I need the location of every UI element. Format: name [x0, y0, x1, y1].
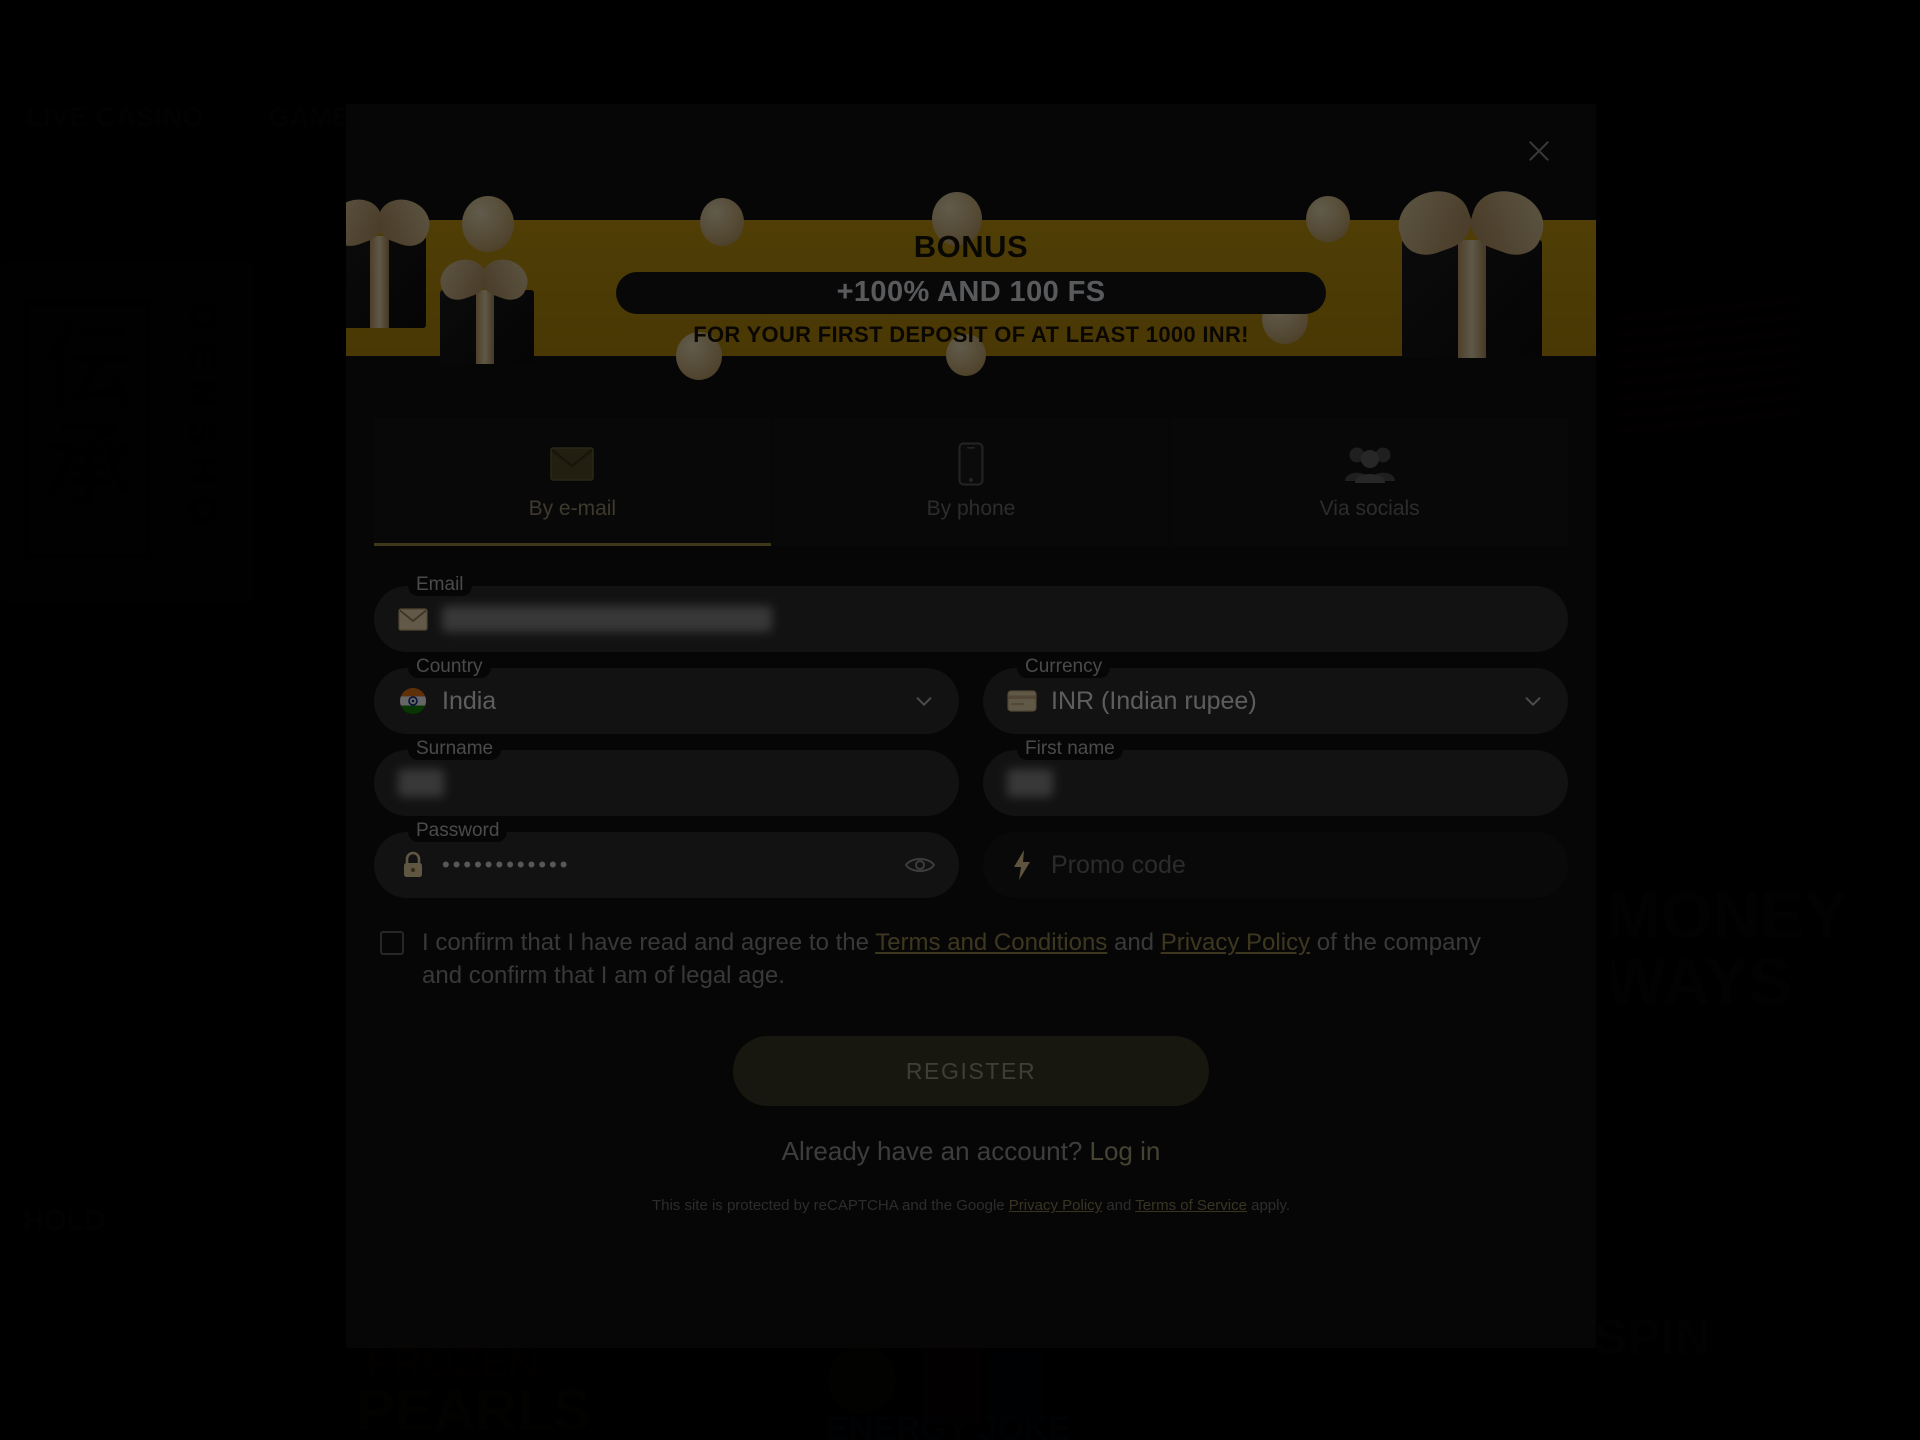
form-row-names: Surname First name: [374, 738, 1568, 816]
currency-value: INR (Indian rupee): [1051, 686, 1257, 715]
lightning-icon: [1007, 850, 1037, 880]
tab-by-phone[interactable]: By phone: [772, 418, 1170, 546]
tab-by-phone-label: By phone: [926, 496, 1016, 520]
register-button[interactable]: REGISTER: [733, 1036, 1209, 1107]
envelope-icon: [550, 441, 595, 487]
field-currency-label: Currency: [1017, 656, 1111, 678]
register-button-wrapper: REGISTER: [346, 1036, 1596, 1107]
country-value: India: [442, 686, 497, 715]
email-input[interactable]: [374, 586, 1568, 652]
field-email: Email: [374, 574, 1568, 652]
field-first-name-label: First name: [1017, 738, 1123, 760]
gift-box-left-large-icon: [346, 184, 442, 334]
bonus-title: BONUS: [913, 228, 1029, 264]
recaptcha-mid: and: [1102, 1197, 1136, 1215]
india-flag-icon: [398, 687, 428, 715]
lock-icon: [398, 851, 428, 879]
field-surname: Surname: [374, 738, 959, 816]
terms-text: I confirm that I have read and agree to …: [422, 926, 1482, 992]
privacy-policy-link[interactable]: Privacy Policy: [1161, 929, 1310, 956]
email-value-redacted: [442, 606, 772, 632]
bonus-offer-text: +100% AND 100 FS: [836, 276, 1106, 308]
promo-code-input[interactable]: Promo code: [983, 832, 1568, 898]
coin-icon-1: [462, 196, 514, 252]
password-value: ••••••••••••: [442, 852, 571, 877]
tab-via-socials-label: Via socials: [1319, 496, 1420, 520]
login-link[interactable]: Log in: [1090, 1136, 1161, 1166]
form-row-email: Email: [374, 574, 1568, 652]
chevron-down-icon[interactable]: [1522, 690, 1544, 712]
tab-by-email-label: By e-mail: [528, 496, 617, 520]
phone-icon: [958, 441, 984, 487]
recaptcha-terms-link[interactable]: Terms of Service: [1135, 1197, 1247, 1214]
screen-root: LIVE CASINO GAMES 伝承 DENSHO LAND OF THE …: [0, 0, 1920, 1440]
registration-form: Email Country India Currency INR (Indian…: [346, 574, 1596, 898]
field-country-label: Country: [408, 656, 491, 678]
field-promo-code: Promo code: [983, 832, 1568, 898]
recaptcha-notice: This site is protected by reCAPTCHA and …: [346, 1197, 1596, 1214]
promo-code-placeholder: Promo code: [1051, 850, 1186, 879]
bonus-banner: BONUS +100% AND 100 FS FOR YOUR FIRST DE…: [346, 181, 1596, 380]
coin-icon-2: [700, 198, 744, 246]
signup-method-tabs: By e-mail By phone Via socials: [374, 418, 1569, 546]
terms-text-mid: and: [1107, 929, 1161, 956]
chevron-down-icon[interactable]: [913, 690, 935, 712]
bonus-offer-pill: +100% AND 100 FS: [616, 271, 1326, 314]
bonus-subtitle: FOR YOUR FIRST DEPOSIT OF AT LEAST 1000 …: [693, 321, 1249, 347]
field-currency: Currency INR (Indian rupee): [983, 656, 1568, 734]
field-password: Password ••••••••••••: [374, 820, 959, 898]
surname-value-redacted: [398, 769, 444, 797]
field-email-label: Email: [408, 574, 472, 596]
gift-box-left-small-icon: [430, 242, 540, 372]
close-button[interactable]: [1518, 130, 1560, 172]
gift-box-right-large-icon: [1380, 181, 1570, 362]
coin-icon-7: [1306, 196, 1350, 242]
field-surname-label: Surname: [408, 738, 502, 760]
terms-and-conditions-link[interactable]: Terms and Conditions: [875, 929, 1107, 956]
form-row-password-promo: Password •••••••••••• Promo code: [374, 820, 1568, 898]
terms-agreement: I confirm that I have read and agree to …: [380, 926, 1566, 992]
credit-card-icon: [1007, 690, 1037, 712]
recaptcha-after: apply.: [1246, 1197, 1291, 1215]
eye-icon[interactable]: [905, 853, 935, 877]
tab-by-email[interactable]: By e-mail: [374, 418, 771, 546]
recaptcha-privacy-link[interactable]: Privacy Policy: [1009, 1197, 1102, 1214]
field-first-name: First name: [983, 738, 1568, 816]
people-icon: [1344, 441, 1396, 487]
first-name-value-redacted: [1007, 769, 1053, 797]
login-prompt-text: Already have an account?: [781, 1136, 1090, 1167]
terms-text-before: I confirm that I have read and agree to …: [422, 929, 876, 956]
terms-checkbox[interactable]: [380, 931, 404, 955]
tab-via-socials[interactable]: Via socials: [1171, 418, 1569, 546]
recaptcha-before: This site is protected by reCAPTCHA and …: [651, 1197, 1009, 1215]
field-password-label: Password: [408, 820, 508, 842]
form-row-country-currency: Country India Currency INR (Indian rupee…: [374, 656, 1568, 734]
field-country: Country India: [374, 656, 959, 734]
envelope-icon: [398, 607, 428, 631]
registration-modal: BONUS +100% AND 100 FS FOR YOUR FIRST DE…: [346, 104, 1596, 1348]
login-prompt: Already have an account? Log in: [346, 1136, 1596, 1167]
close-icon: [1529, 141, 1549, 161]
